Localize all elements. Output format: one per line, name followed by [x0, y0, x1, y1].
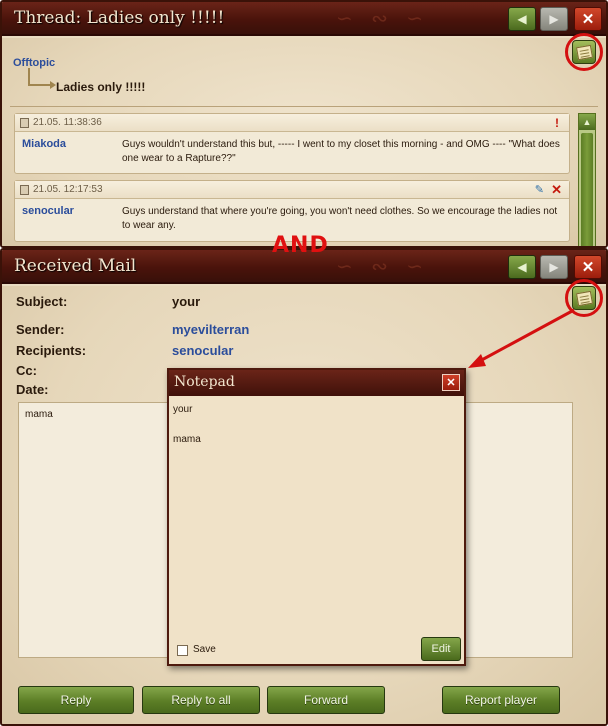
- document-icon: [20, 118, 29, 128]
- prev-arrow-icon[interactable]: ◀: [508, 7, 536, 31]
- breadcrumb-arrow-icon: [28, 68, 56, 89]
- edit-button[interactable]: Edit: [421, 637, 461, 661]
- forward-button[interactable]: Forward: [267, 686, 385, 714]
- reply-all-button[interactable]: Reply to all: [142, 686, 260, 714]
- subject-label: Subject:: [16, 294, 68, 309]
- sender-link[interactable]: myevilterran: [172, 322, 249, 337]
- reply-button[interactable]: Reply: [18, 686, 134, 714]
- post-date: 21.05. 12:17:53: [33, 184, 103, 195]
- titlebar-ornament: ∽ ∾ ∽: [336, 254, 429, 278]
- prev-arrow-icon[interactable]: ◀: [508, 255, 536, 279]
- post-text: Guys understand that where you're going,…: [122, 206, 558, 231]
- thread-window: Thread: Ladies only !!!!! ∽ ∾ ∽ ◀ ▶ ✕ Of…: [0, 0, 608, 248]
- save-label: Save: [193, 644, 216, 655]
- post-header: 21.05. 12:17:53 ✎ ✕: [15, 181, 569, 199]
- sender-label: Sender:: [16, 322, 65, 337]
- notepad-titlebar: Notepad ✕: [169, 370, 464, 396]
- mail-title: Received Mail: [14, 256, 137, 276]
- flag-icon[interactable]: !: [555, 116, 559, 130]
- delete-icon[interactable]: ✕: [551, 182, 562, 198]
- thread-title: Thread: Ladies only !!!!!: [14, 8, 225, 28]
- close-icon[interactable]: ✕: [574, 7, 602, 31]
- edit-icon[interactable]: ✎: [535, 183, 544, 196]
- recipients-label: Recipients:: [16, 343, 87, 358]
- notepad-line[interactable]: mama: [173, 434, 201, 445]
- next-arrow-icon[interactable]: ▶: [540, 255, 568, 279]
- scroll-thumb[interactable]: [581, 133, 593, 246]
- scrollbar[interactable]: ▲: [578, 113, 596, 246]
- separator-label: AND: [272, 233, 329, 258]
- subject-value: your: [172, 294, 201, 309]
- screenshot-root: Thread: Ladies only !!!!! ∽ ∾ ∽ ◀ ▶ ✕ Of…: [0, 0, 608, 726]
- recipient-link[interactable]: senocular: [172, 343, 233, 358]
- post: 21.05. 11:38:36 ! Miakoda Guys wouldn't …: [14, 113, 570, 174]
- notepad-dialog: Notepad ✕ your mama Save Edit: [167, 368, 466, 666]
- cc-label: Cc:: [16, 363, 37, 378]
- date-label: Date:: [16, 382, 49, 397]
- post-date: 21.05. 11:38:36: [33, 117, 102, 128]
- post-author[interactable]: Miakoda: [22, 138, 66, 150]
- scroll-up-icon[interactable]: ▲: [579, 114, 595, 130]
- breadcrumb-thread: Ladies only !!!!!: [56, 80, 146, 94]
- notepad-line[interactable]: your: [173, 404, 192, 415]
- highlight-ring: [565, 279, 603, 317]
- close-icon[interactable]: ✕: [442, 374, 460, 391]
- thread-titlebar: Thread: Ladies only !!!!! ∽ ∾ ∽ ◀ ▶ ✕: [2, 2, 606, 36]
- post-text: Guys wouldn't understand this but, -----…: [122, 139, 560, 164]
- post-header: 21.05. 11:38:36 !: [15, 114, 569, 132]
- document-icon: [20, 185, 29, 195]
- save-checkbox[interactable]: [177, 645, 188, 656]
- message-text: mama: [25, 409, 53, 420]
- next-arrow-icon[interactable]: ▶: [540, 7, 568, 31]
- close-icon[interactable]: ✕: [574, 255, 602, 279]
- post-author[interactable]: senocular: [22, 205, 74, 217]
- notepad-title: Notepad: [174, 374, 235, 390]
- highlight-ring: [565, 33, 603, 71]
- divider: [10, 106, 598, 107]
- report-player-button[interactable]: Report player: [442, 686, 560, 714]
- titlebar-ornament: ∽ ∾ ∽: [336, 6, 429, 30]
